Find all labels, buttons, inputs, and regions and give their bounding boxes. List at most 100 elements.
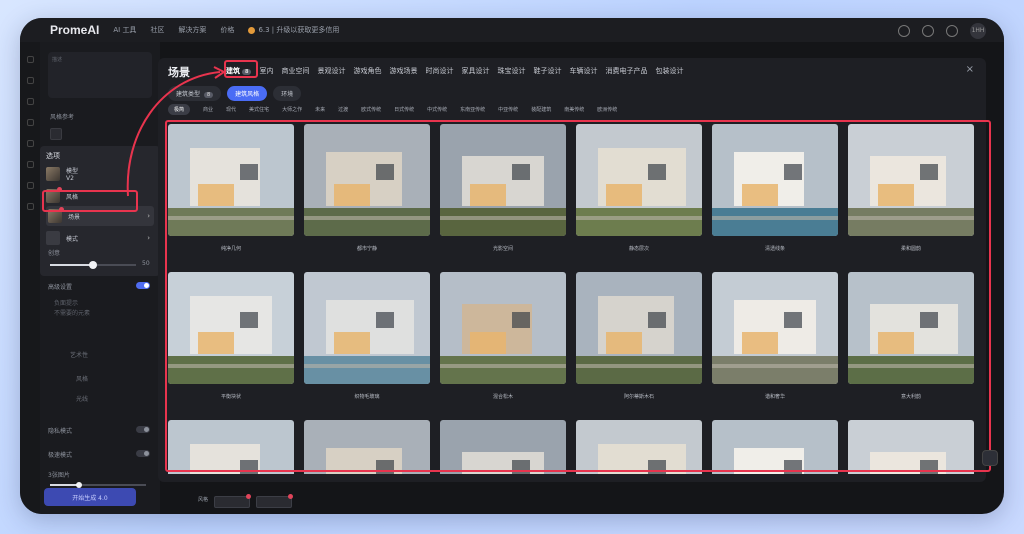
advanced-settings-label: 高级设置 — [48, 284, 73, 291]
style-filter-item[interactable]: 南美传统 — [564, 106, 584, 113]
fast-mode-label: 极速模式 — [48, 452, 73, 459]
chevron-right-icon: › — [147, 212, 150, 220]
scene-card-image — [848, 420, 974, 474]
coin-icon — [248, 26, 256, 34]
style-filter-item[interactable]: 欧式传统 — [361, 106, 381, 113]
avatar[interactable]: 1HH — [970, 23, 986, 39]
gift-icon[interactable] — [922, 25, 934, 37]
creativity-slider[interactable] — [50, 261, 136, 269]
scene-card[interactable]: 柔和圆韵 — [848, 124, 974, 252]
scene-card[interactable] — [304, 420, 430, 474]
globe-icon[interactable] — [946, 25, 958, 37]
tab-vehicle[interactable]: 车辆设计 — [569, 66, 597, 76]
tab-landscape[interactable]: 景观设计 — [317, 66, 345, 76]
close-icon[interactable]: × — [966, 64, 974, 75]
style-filter-item[interactable]: 东南亚传统 — [460, 106, 485, 113]
tab-fashion[interactable]: 时尚设计 — [425, 66, 453, 76]
nav-ai-tools[interactable]: AI 工具 — [113, 25, 136, 35]
scene-card[interactable]: 静态层次 — [576, 124, 702, 252]
scene-card-image — [304, 124, 430, 236]
nav-solutions[interactable]: 解决方案 — [178, 25, 206, 35]
video-icon[interactable] — [26, 98, 34, 105]
selected-style-chip[interactable] — [256, 494, 294, 508]
style-filter-item[interactable]: 未来 — [315, 106, 325, 113]
option-mode[interactable]: 模式 › — [46, 228, 154, 248]
nav-pricing[interactable]: 价格 — [220, 25, 234, 35]
scene-card[interactable]: 阿尔蒂斯木石 — [576, 272, 702, 400]
history-icon[interactable] — [26, 182, 34, 189]
scene-grid: 纯净几何 都市宁静 光影空间 静态层次 清透线条 柔和圆韵 平衡块状 织物毛玻璃 混合松木 阿尔蒂… — [168, 124, 984, 474]
option-scene[interactable]: 场景 › — [46, 206, 154, 226]
home-icon[interactable] — [26, 56, 34, 63]
nav-community[interactable]: 社区 — [150, 25, 164, 35]
style-filter-item[interactable]: 大师之作 — [282, 106, 302, 113]
edit-icon[interactable] — [26, 119, 34, 126]
nav-credits[interactable]: 6.3 | 升级以获取更多信用 — [248, 25, 339, 35]
scene-card-image — [304, 272, 430, 384]
tab-consumer-electronics[interactable]: 消费电子产品 — [605, 66, 647, 76]
tab-packaging[interactable]: 包装设计 — [655, 66, 683, 76]
scene-card-image — [712, 272, 838, 384]
tab-game-character[interactable]: 游戏角色 — [353, 66, 381, 76]
scene-card[interactable]: 混合松木 — [440, 272, 566, 400]
style-filter-item[interactable]: 欧洲传统 — [597, 106, 617, 113]
share-icon[interactable] — [982, 450, 998, 466]
fast-mode-toggle[interactable] — [136, 450, 150, 457]
image-icon[interactable] — [26, 77, 34, 84]
style-ref-upload[interactable] — [50, 128, 62, 140]
creativity-slider-knob[interactable] — [89, 261, 97, 269]
tab-commercial-space[interactable]: 商业空间 — [281, 66, 309, 76]
subtab-environment[interactable]: 环境 — [273, 86, 302, 101]
tab-furniture[interactable]: 家具设计 — [461, 66, 489, 76]
tab-interior[interactable]: 室内 — [259, 66, 273, 76]
private-mode-label: 隐私模式 — [48, 428, 73, 435]
scene-card-image — [304, 420, 430, 474]
selected-scene-chip[interactable] — [214, 494, 252, 508]
lighting-row[interactable]: 光线 — [76, 394, 88, 403]
scene-card[interactable]: 清透线条 — [712, 124, 838, 252]
headset-icon[interactable] — [898, 25, 910, 37]
scene-card[interactable]: 光影空间 — [440, 124, 566, 252]
style-filter-item[interactable]: 过渡 — [338, 106, 348, 113]
scene-card[interactable]: 谐和奢华 — [712, 272, 838, 400]
scene-card[interactable]: 都市宁静 — [304, 124, 430, 252]
scene-card[interactable] — [712, 420, 838, 474]
negative-prompt-hint[interactable]: 不需要的元素 — [54, 308, 90, 317]
style-row[interactable]: 风格 — [76, 374, 88, 383]
private-mode-toggle[interactable] — [136, 426, 150, 433]
folder-icon[interactable] — [26, 161, 34, 168]
style-filter-item[interactable]: 中式传统 — [427, 106, 447, 113]
mode-icon — [46, 231, 60, 245]
tab-shoes[interactable]: 鞋子设计 — [533, 66, 561, 76]
scene-card[interactable] — [168, 420, 294, 474]
advanced-toggle[interactable] — [136, 282, 150, 289]
style-filter-item[interactable]: 中亚传统 — [498, 106, 518, 113]
app-logo[interactable]: PromeAI — [50, 23, 99, 37]
scene-card-image — [168, 420, 294, 474]
generate-button[interactable]: 开始生成 4.0 — [44, 488, 136, 506]
style-filter-item[interactable]: 日式传统 — [394, 106, 414, 113]
scene-card[interactable]: 平衡块状 — [168, 272, 294, 400]
style-filter-item[interactable]: 美式住宅 — [249, 106, 269, 113]
scene-card[interactable]: 织物毛玻璃 — [304, 272, 430, 400]
layers-icon[interactable] — [26, 140, 34, 147]
scene-thumbnail — [48, 207, 64, 223]
style-filter-item[interactable]: 装配建筑 — [531, 106, 551, 113]
scene-card-image — [848, 124, 974, 236]
scene-card[interactable]: 意大利韵 — [848, 272, 974, 400]
scene-card-image — [576, 124, 702, 236]
bottom-selection-bar: 风格 — [198, 494, 294, 508]
scene-card[interactable] — [576, 420, 702, 474]
tab-game-scene[interactable]: 游戏场景 — [389, 66, 417, 76]
scene-card-label: 柔和圆韵 — [900, 246, 921, 252]
creativity-value: 50 — [142, 260, 150, 267]
model-thumbnail — [46, 167, 60, 181]
scene-card[interactable] — [440, 420, 566, 474]
settings-icon[interactable] — [26, 203, 34, 210]
subtab-building-style[interactable]: 建筑风格 — [227, 86, 268, 101]
image-count-slider[interactable] — [50, 482, 146, 488]
tab-jewelry[interactable]: 珠宝设计 — [497, 66, 525, 76]
style-filter-row: 极简 商业 现代 美式住宅 大师之作 未来 过渡 欧式传统 日式传统 中式传统 东南亚传统 中亚传统装… — [168, 104, 617, 115]
negative-prompt-label: 负面提示 — [54, 300, 79, 307]
scene-card[interactable] — [848, 420, 974, 474]
